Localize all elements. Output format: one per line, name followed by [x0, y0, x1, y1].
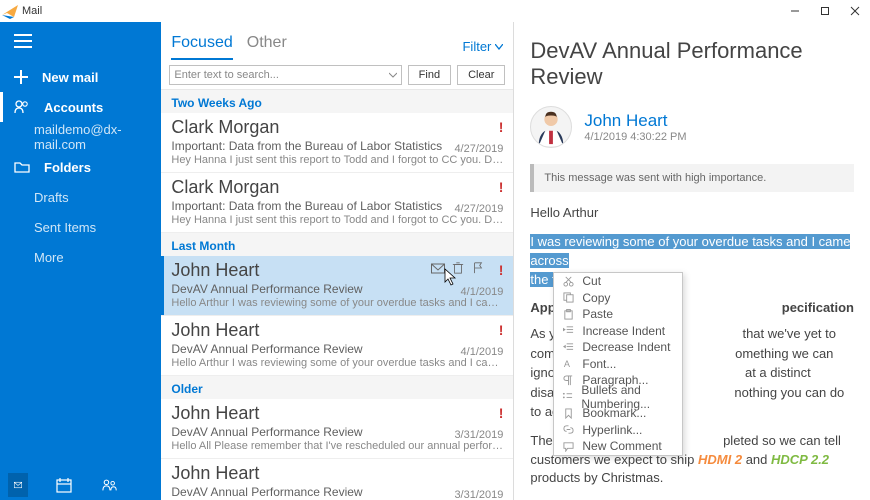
footer-calendar-icon[interactable]: [54, 477, 74, 493]
maximize-button[interactable]: [810, 0, 840, 22]
bookmark-icon: [562, 407, 574, 419]
minimize-button[interactable]: [780, 0, 810, 22]
footer-people-icon[interactable]: [100, 477, 120, 493]
sidebar: New mail Accounts maildemo@dx-mail.com F…: [0, 22, 161, 500]
sender-date: 4/1/2019 4:30:22 PM: [584, 131, 686, 143]
message-preview: Hello Arthur I was reviewing some of you…: [171, 357, 503, 369]
reading-pane: DevAV Annual Performance Review John Hea…: [514, 22, 870, 500]
mail-title: DevAV Annual Performance Review: [530, 38, 854, 90]
message-date: 3/31/2019: [454, 429, 503, 441]
paste-icon: [562, 308, 574, 320]
context-menu: Cut Copy Paste Increase Indent Decrease …: [553, 272, 683, 456]
greeting: Hello Arthur: [530, 204, 854, 223]
hamburger-button[interactable]: [0, 26, 161, 56]
font-icon: A: [562, 358, 574, 370]
message-date: 4/1/2019: [461, 346, 504, 358]
mark-unread-icon[interactable]: [431, 262, 445, 277]
clear-button[interactable]: Clear: [457, 65, 505, 85]
chevron-down-icon: [495, 44, 503, 50]
sidebar-sent-items[interactable]: Sent Items: [0, 212, 161, 242]
delete-icon[interactable]: [451, 262, 465, 277]
flag-icon[interactable]: [471, 262, 485, 277]
new-mail-label: New mail: [42, 70, 98, 85]
sidebar-accounts[interactable]: Accounts: [0, 92, 161, 122]
importance-banner: This message was sent with high importan…: [530, 164, 854, 192]
new-mail-button[interactable]: New mail: [0, 62, 161, 92]
importance-icon: !: [499, 179, 504, 195]
message-preview: Hello Arthur I was reviewing some of you…: [171, 297, 503, 309]
sidebar-accounts-label: Accounts: [44, 100, 103, 115]
message-from: Clark Morgan: [171, 117, 503, 138]
importance-icon: !: [499, 119, 504, 135]
ctx-copy[interactable]: Copy: [554, 290, 682, 307]
message-hover-actions: [431, 262, 485, 277]
close-button[interactable]: [840, 0, 870, 22]
tab-focused[interactable]: Focused: [171, 34, 232, 60]
message-item[interactable]: ! Clark Morgan Important: Data from the …: [161, 173, 513, 233]
ctx-paste[interactable]: Paste: [554, 306, 682, 323]
message-preview: Hey Hanna I just sent this report to Tod…: [171, 214, 503, 226]
titlebar: Mail: [0, 0, 870, 22]
app-icon: [2, 3, 18, 19]
importance-icon: !: [499, 322, 504, 338]
filter-dropdown[interactable]: Filter: [462, 39, 503, 60]
message-preview: Hey Hanna I just sent this report to Tod…: [171, 154, 503, 166]
message-date: 4/27/2019: [454, 143, 503, 155]
message-from: John Heart: [171, 463, 503, 484]
message-list[interactable]: Two Weeks Ago ! Clark Morgan Important: …: [161, 90, 513, 500]
ctx-font[interactable]: AFont...: [554, 356, 682, 373]
message-date: 4/27/2019: [454, 203, 503, 215]
group-last-month: Last Month: [161, 233, 513, 256]
footer-mail-icon[interactable]: [8, 473, 28, 497]
sidebar-drafts[interactable]: Drafts: [0, 182, 161, 212]
chevron-down-icon: [389, 72, 397, 78]
message-date: 4/1/2019: [461, 286, 504, 298]
group-older: Older: [161, 376, 513, 399]
ctx-increase-indent[interactable]: Increase Indent: [554, 323, 682, 340]
sidebar-footer: [0, 470, 161, 500]
message-from: Clark Morgan: [171, 177, 503, 198]
sidebar-folders[interactable]: Folders: [0, 152, 161, 182]
paragraph-icon: [562, 374, 574, 386]
message-item[interactable]: John Heart DevAV Annual Performance Revi…: [161, 459, 513, 500]
tab-other[interactable]: Other: [247, 34, 287, 60]
hyperlink-icon: [562, 424, 574, 436]
ctx-hyperlink[interactable]: Hyperlink...: [554, 422, 682, 439]
ctx-decrease-indent[interactable]: Decrease Indent: [554, 339, 682, 356]
group-two-weeks: Two Weeks Ago: [161, 90, 513, 113]
importance-icon: !: [499, 262, 504, 278]
indent-decrease-icon: [562, 341, 574, 353]
message-subject: DevAV Annual Performance Review: [171, 282, 503, 296]
copy-icon: [562, 292, 574, 304]
sender-name: John Heart: [584, 111, 686, 131]
svg-text:A: A: [564, 359, 571, 369]
message-date: 3/31/2019: [454, 489, 503, 500]
message-from: John Heart: [171, 320, 503, 341]
message-from: John Heart: [171, 403, 503, 424]
ctx-bullets[interactable]: Bullets and Numbering...: [554, 389, 682, 406]
sidebar-more[interactable]: More: [0, 242, 161, 272]
sidebar-account-email[interactable]: maildemo@dx-mail.com: [0, 122, 161, 152]
message-list-column: Focused Other Filter Enter text to searc…: [161, 22, 514, 500]
message-item[interactable]: ! John Heart DevAV Annual Performance Re…: [161, 256, 513, 316]
cut-icon: [562, 275, 574, 287]
comment-icon: [562, 440, 574, 452]
find-button[interactable]: Find: [408, 65, 451, 85]
sender-avatar: [530, 106, 572, 148]
message-preview: Hello All Please remember that I've resc…: [171, 440, 503, 452]
ctx-cut[interactable]: Cut: [554, 273, 682, 290]
search-input[interactable]: Enter text to search...: [169, 65, 401, 85]
message-item[interactable]: ! John Heart DevAV Annual Performance Re…: [161, 316, 513, 376]
indent-increase-icon: [562, 325, 574, 337]
window-controls: [780, 0, 870, 22]
folders-label: Folders: [44, 160, 91, 175]
message-item[interactable]: ! Clark Morgan Important: Data from the …: [161, 113, 513, 173]
message-subject: DevAV Annual Performance Review: [171, 342, 503, 356]
importance-icon: !: [499, 405, 504, 421]
message-item[interactable]: ! John Heart DevAV Annual Performance Re…: [161, 399, 513, 459]
ctx-new-comment[interactable]: New Comment: [554, 438, 682, 455]
bullets-icon: [562, 391, 573, 403]
app-title: Mail: [22, 5, 42, 17]
